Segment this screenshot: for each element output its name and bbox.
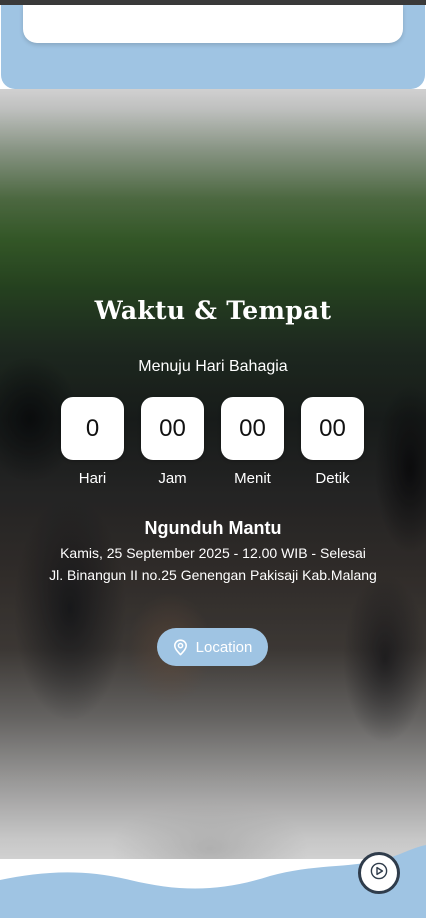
map-pin-icon	[173, 638, 188, 656]
countdown-minutes-value: 00	[221, 397, 284, 460]
time-place-section: Waktu & Tempat Menuju Hari Bahagia 0 Har…	[0, 89, 426, 859]
section-title: Waktu & Tempat	[94, 296, 332, 325]
music-play-button[interactable]	[358, 852, 400, 894]
countdown-minutes-label: Menit	[234, 470, 271, 487]
location-button-label: Location	[195, 638, 253, 656]
previous-section-card	[23, 5, 403, 43]
countdown-timer: 0 Hari 00 Jam 00 Menit 00 Detik	[61, 397, 364, 487]
location-button[interactable]: Location	[157, 628, 268, 666]
countdown-seconds-label: Detik	[315, 470, 350, 487]
play-icon	[370, 862, 388, 884]
countdown-seconds-value: 00	[301, 397, 364, 460]
countdown-hours-label: Jam	[158, 470, 187, 487]
countdown-days-value: 0	[61, 397, 124, 460]
section-subtitle: Menuju Hari Bahagia	[138, 358, 288, 375]
event-address: Jl. Binangun II no.25 Genengan Pakisaji …	[49, 567, 377, 583]
countdown-days: 0 Hari	[61, 397, 124, 487]
previous-section-footer	[1, 5, 425, 89]
countdown-days-label: Hari	[78, 470, 107, 487]
countdown-hours: 00 Jam	[141, 397, 204, 487]
event-datetime: Kamis, 25 September 2025 - 12.00 WIB - S…	[60, 545, 366, 561]
countdown-seconds: 00 Detik	[301, 397, 364, 487]
countdown-hours-value: 00	[141, 397, 204, 460]
countdown-minutes: 00 Menit	[221, 397, 284, 487]
event-name: Ngunduh Mantu	[144, 518, 282, 538]
